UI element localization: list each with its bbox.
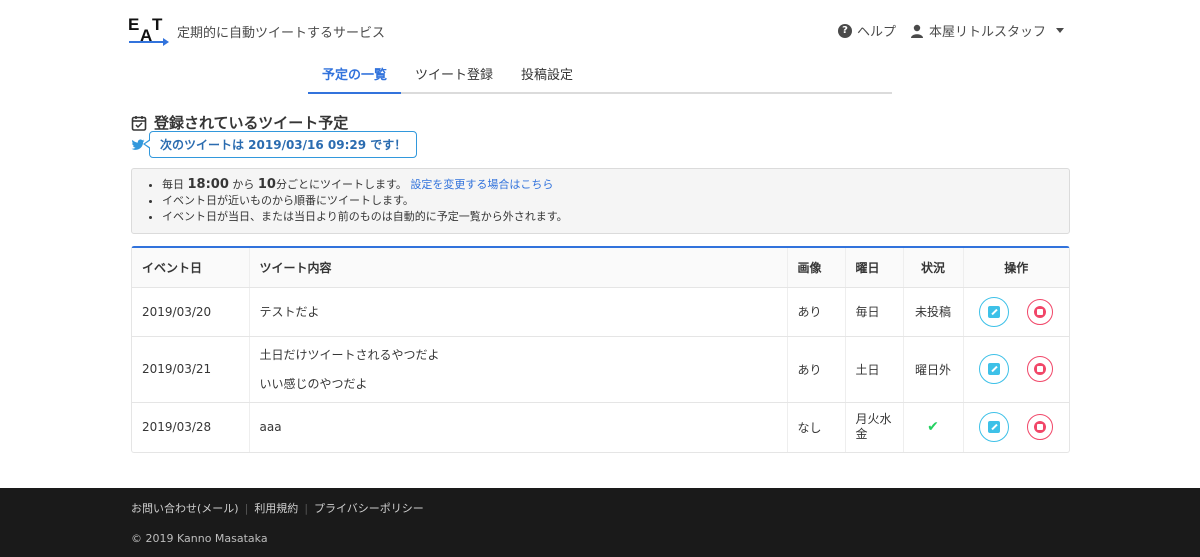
logo-arrow-icon: [129, 38, 169, 46]
table-row: 2019/03/20 テストだよ あり 毎日 未投稿: [132, 287, 1069, 337]
calendar-check-icon: [131, 115, 147, 131]
tab-tweet-register[interactable]: ツイート登録: [401, 64, 507, 94]
info-suffix: 分ごとにツイートします。: [275, 178, 407, 191]
tab-bar: 予定の一覧 ツイート登録 投稿設定: [308, 64, 892, 94]
tab-schedule-list[interactable]: 予定の一覧: [308, 64, 402, 94]
footer-links: お問い合わせ(メール) | 利用規約 | プライバシーポリシー: [131, 500, 424, 516]
cell-content: aaa: [249, 402, 788, 452]
edit-icon: [988, 421, 1001, 434]
delete-button[interactable]: [1027, 298, 1054, 325]
page-title: 登録されているツイート予定: [154, 114, 349, 132]
nav-right: ? ヘルプ 本屋リトルスタッフ: [837, 21, 1064, 40]
table-row: 2019/03/21 土日だけツイートされるやつだよ いい感じのやつだよ あり …: [132, 336, 1069, 403]
tweet-text: テストだよ: [259, 304, 320, 319]
cell-content: 土日だけツイートされるやつだよ いい感じのやつだよ: [249, 336, 788, 403]
delete-button[interactable]: [1027, 356, 1054, 382]
cell-status: 曜日外: [903, 336, 964, 403]
cell-image: なし: [787, 402, 846, 452]
cell-day: 毎日: [845, 287, 904, 337]
copyright: © 2019 Kanno Masataka: [131, 532, 268, 545]
logo-letter-e: E: [128, 15, 140, 34]
cell-image: あり: [787, 287, 846, 337]
info-time: 18:00: [187, 177, 229, 192]
info-line-removal: イベント日が当日、または当日より前のものは自動的に予定一覧から外されます。: [162, 209, 1053, 225]
col-header-day: 曜日: [845, 248, 904, 288]
edit-button[interactable]: [979, 296, 1010, 327]
cell-ops: [963, 402, 1069, 452]
footer-separator: |: [244, 501, 249, 515]
cell-content: テストだよ: [249, 287, 788, 337]
info-mid: から: [232, 178, 255, 191]
footer: お問い合わせ(メール) | 利用規約 | プライバシーポリシー © 2019 K…: [0, 488, 1200, 557]
cell-image: あり: [787, 336, 846, 403]
next-tweet-row: 次のツイートは 2019/03/16 09:29 です！: [131, 131, 418, 158]
user-menu[interactable]: 本屋リトルスタッフ: [910, 21, 1064, 40]
footer-terms-link[interactable]: 利用規約: [254, 500, 298, 516]
info-line-order: イベント日が近いものから順番にツイートします。: [162, 193, 1053, 209]
cell-date: 2019/03/20: [132, 287, 250, 337]
info-notice: 毎日 18:00 から 10分ごとにツイートします。 設定を変更する場合はこちら…: [131, 168, 1070, 234]
logo[interactable]: E A T: [128, 14, 169, 46]
trash-icon: [1034, 421, 1047, 434]
footer-privacy-link[interactable]: プライバシーポリシー: [314, 500, 424, 516]
next-tweet-badge: 次のツイートは 2019/03/16 09:29 です！: [142, 131, 418, 158]
col-header-image: 画像: [787, 248, 846, 288]
tagline: 定期的に自動ツイートするサービス: [177, 26, 386, 41]
cell-date: 2019/03/21: [132, 336, 250, 403]
question-circle-icon: ?: [837, 23, 852, 38]
tweet-text: aaa: [259, 420, 282, 435]
col-header-date: イベント日: [132, 248, 250, 288]
info-prefix: 毎日: [162, 178, 184, 191]
cell-ops: [963, 287, 1069, 337]
edit-icon: [988, 363, 1001, 375]
tweet-text: 土日だけツイートされるやつだよ: [259, 347, 440, 362]
edit-button[interactable]: [979, 354, 1010, 384]
tab-post-settings[interactable]: 投稿設定: [507, 64, 587, 94]
change-settings-link[interactable]: 設定を変更する場合はこちら: [410, 178, 553, 191]
table-row: 2019/03/28 aaa なし 月火水金 ✔: [132, 402, 1069, 452]
edit-button[interactable]: [979, 412, 1010, 443]
trash-icon: [1034, 305, 1047, 318]
cell-day: 月火水金: [845, 402, 904, 452]
logo-letter-t: T: [152, 15, 163, 34]
caret-down-icon: [1056, 28, 1064, 33]
user-icon: [910, 24, 923, 38]
info-line-schedule: 毎日 18:00 から 10分ごとにツイートします。 設定を変更する場合はこちら: [162, 177, 1053, 193]
cell-day: 土日: [845, 336, 904, 403]
cell-ops: [963, 336, 1069, 403]
user-name: 本屋リトルスタッフ: [928, 25, 1046, 40]
delete-button[interactable]: [1027, 414, 1054, 441]
section-header: 登録されているツイート予定: [131, 112, 348, 133]
col-header-status: 状況: [903, 248, 964, 288]
footer-contact-link[interactable]: お問い合わせ(メール): [131, 500, 239, 516]
info-interval: 10: [257, 177, 276, 192]
cell-status: 未投稿: [903, 287, 964, 337]
cell-date: 2019/03/28: [132, 402, 250, 452]
table-header-row: イベント日 ツイート内容 画像 曜日 状況 操作: [132, 248, 1069, 288]
edit-icon: [988, 305, 1001, 318]
help-label: ヘルプ: [856, 25, 896, 40]
check-icon: ✔: [927, 419, 939, 436]
cell-status: ✔: [903, 402, 964, 452]
col-header-ops: 操作: [963, 248, 1069, 288]
trash-icon: [1034, 363, 1047, 375]
col-header-content: ツイート内容: [249, 248, 788, 288]
tweet-text-line2: いい感じのやつだよ: [259, 376, 368, 391]
help-link[interactable]: ? ヘルプ: [837, 21, 896, 40]
schedule-table: イベント日 ツイート内容 画像 曜日 状況 操作 2019/03/20 テストだ…: [131, 246, 1070, 453]
footer-separator: |: [304, 501, 309, 515]
header: E A T 定期的に自動ツイートするサービス ? ヘルプ 本屋リトルスタッフ: [0, 0, 1200, 60]
